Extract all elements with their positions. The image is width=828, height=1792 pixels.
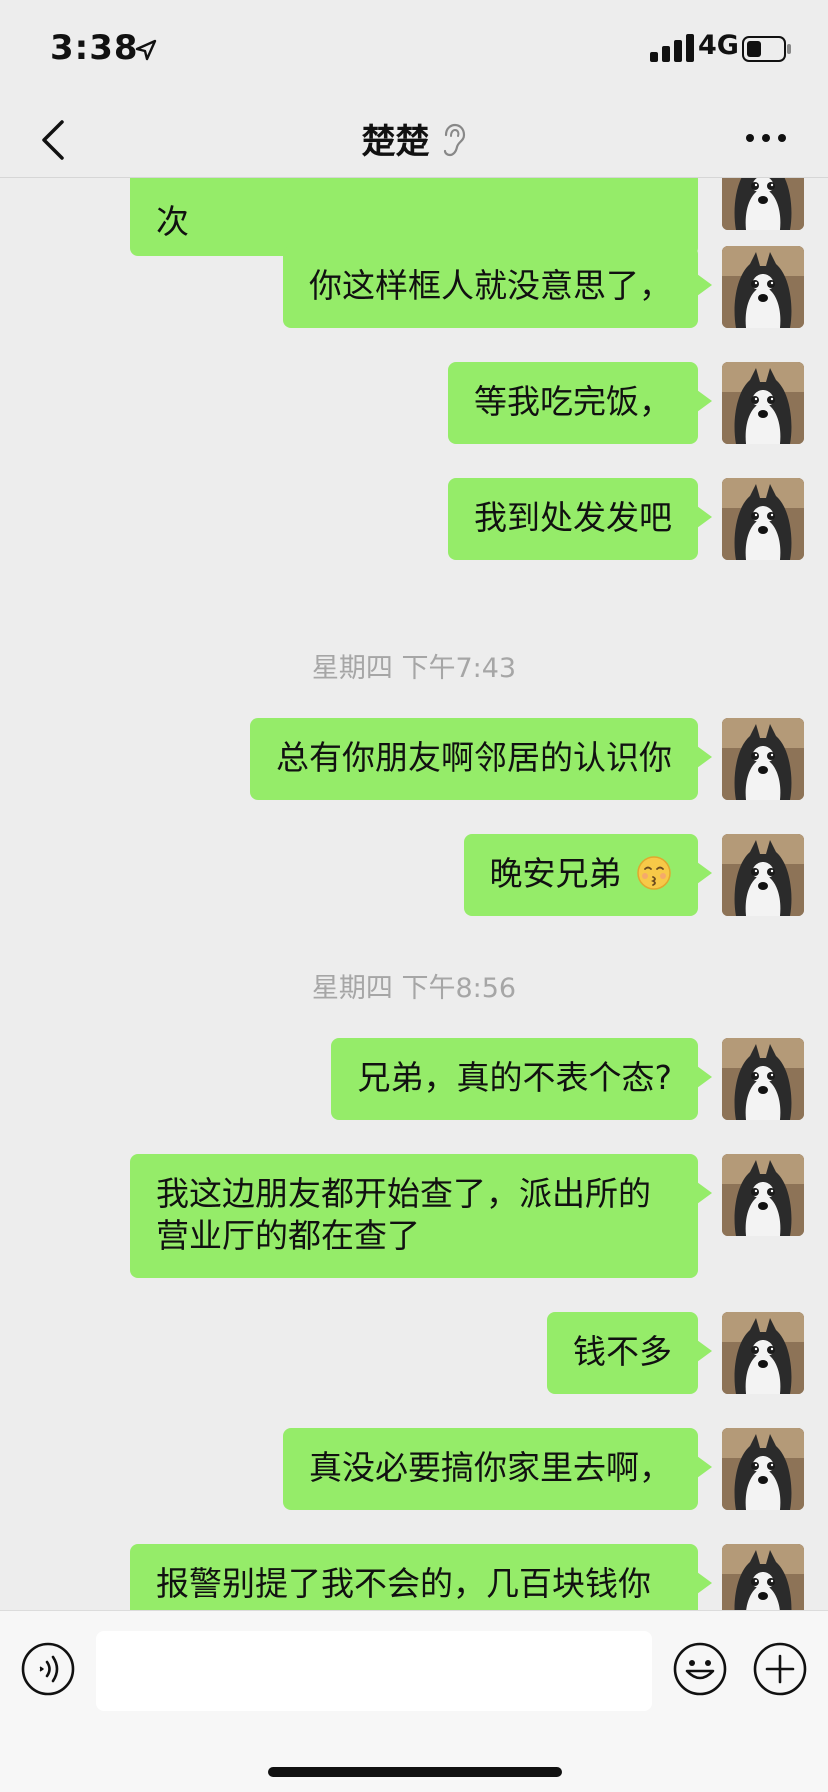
nav-bar: 楚楚: [0, 100, 828, 178]
kissing-face-icon: [637, 856, 671, 890]
avatar[interactable]: [722, 1428, 804, 1510]
message-text: 次: [156, 202, 189, 241]
plus-icon[interactable]: [752, 1641, 808, 1697]
message-text: 真没必要搞你家里去啊，: [309, 1448, 672, 1487]
battery-icon: [742, 36, 791, 62]
message-text: 总有你朋友啊邻居的认识你: [276, 738, 672, 777]
ear-icon: [443, 123, 465, 157]
message-text-line: 营业厅的都在查了: [156, 1216, 420, 1255]
avatar[interactable]: [722, 1312, 804, 1394]
status-time: 3:38: [50, 28, 139, 68]
home-indicator: [268, 1767, 562, 1777]
message-text: 我到处发发吧: [474, 498, 672, 537]
message-bubble[interactable]: 钱不多: [547, 1312, 712, 1394]
timestamp: 星期四 下午8:56: [311, 973, 517, 1004]
message-text: 等我吃完饭，: [474, 382, 672, 421]
network-type: 4G: [698, 30, 739, 61]
avatar[interactable]: [722, 478, 804, 560]
message-text: 兄弟，真的不表个态?: [357, 1058, 672, 1097]
message-text: 晚安兄弟: [489, 854, 622, 893]
avatar[interactable]: [722, 718, 804, 800]
message-text: 你这样框人就没意思了，: [309, 266, 672, 305]
message-input[interactable]: [96, 1631, 652, 1711]
message-bubble[interactable]: 我到处发发吧: [448, 478, 712, 560]
more-icon[interactable]: [744, 126, 788, 150]
signal-icon: [650, 34, 694, 62]
location-arrow-icon: [135, 39, 157, 61]
chat-screen: 3:38 4G 楚楚 次 你这样框人就没意思了， 等我吃完饭， 我到处发发吧 星…: [0, 0, 828, 1792]
message-bubble[interactable]: 次: [130, 178, 698, 256]
message-text: 钱不多: [573, 1332, 672, 1371]
message-bubble[interactable]: 总有你朋友啊邻居的认识你: [250, 718, 712, 800]
message-bubble[interactable]: 兄弟，真的不表个态?: [331, 1038, 712, 1120]
status-bar: 3:38 4G: [0, 0, 828, 100]
message-bubble[interactable]: 真没必要搞你家里去啊，: [283, 1428, 712, 1510]
avatar[interactable]: [722, 834, 804, 916]
avatar[interactable]: [722, 1038, 804, 1120]
message-bubble[interactable]: 晚安兄弟: [463, 834, 712, 916]
message-bubble[interactable]: 我这边朋友都开始查了，派出所的 营业厅的都在查了: [130, 1154, 712, 1278]
avatar[interactable]: [722, 246, 804, 328]
message-bubble[interactable]: 报警别提了我不会的，几百块钱你: [130, 1544, 712, 1610]
message-list[interactable]: 次 你这样框人就没意思了， 等我吃完饭， 我到处发发吧 星期四 下午7:43 总…: [0, 178, 828, 1610]
avatar[interactable]: [722, 1154, 804, 1236]
avatar[interactable]: [722, 1544, 804, 1610]
chat-title: 楚楚: [361, 122, 430, 162]
input-bar: [0, 1610, 828, 1792]
avatar[interactable]: [722, 362, 804, 444]
message-bubble[interactable]: 等我吃完饭，: [448, 362, 712, 444]
avatar[interactable]: [722, 178, 804, 230]
emoji-icon[interactable]: [672, 1641, 728, 1697]
timestamp: 星期四 下午7:43: [311, 653, 517, 684]
message-text: 报警别提了我不会的，几百块钱你: [156, 1564, 651, 1603]
nav-title-wrap: 楚楚: [0, 114, 828, 163]
message-bubble[interactable]: 你这样框人就没意思了，: [283, 246, 712, 328]
message-text-line: 我这边朋友都开始查了，派出所的: [156, 1174, 651, 1213]
voice-icon[interactable]: [20, 1641, 76, 1697]
